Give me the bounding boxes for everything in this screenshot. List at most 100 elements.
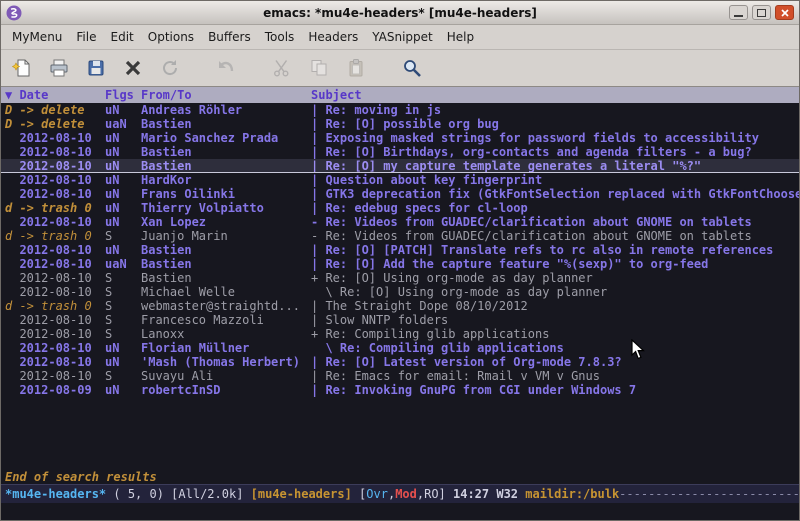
message-from: Michael Welle (141, 285, 311, 299)
mouse-cursor (631, 339, 645, 360)
message-flags: uN (105, 187, 141, 201)
toolbar-separator (248, 56, 260, 80)
print-button[interactable] (44, 54, 74, 82)
message-list: D -> delete uN Andreas Röhler | Re: movi… (1, 103, 799, 470)
message-flags: S (105, 313, 141, 327)
message-from: Bastien (141, 243, 311, 257)
message-row[interactable]: d -> trash 0 uN Thierry Volpiatto | Re: … (1, 201, 799, 215)
close-buffer-icon (123, 58, 143, 78)
message-flags: uN (105, 131, 141, 145)
message-row[interactable]: 2012-08-10 uN Mario Sanchez Prada | Expo… (1, 131, 799, 145)
maximize-button[interactable] (752, 5, 771, 20)
maximize-icon (757, 9, 766, 17)
message-row[interactable]: 2012-08-10 uN Bastien | Re: [O] Birthday… (1, 145, 799, 159)
message-row[interactable]: 2012-08-10 S Bastien + Re: [O] Using org… (1, 271, 799, 285)
menubar: MyMenuFileEditOptionsBuffersToolsHeaders… (1, 25, 799, 49)
message-from: HardKor (141, 173, 311, 187)
minimize-button[interactable] (729, 5, 748, 20)
message-date: 2012-08-10 (5, 271, 105, 285)
window-title: emacs: *mu4e-headers* [mu4e-headers] (1, 6, 799, 20)
menu-item[interactable]: MyMenu (5, 27, 69, 47)
header-from[interactable]: From/To (141, 87, 311, 103)
header-flags[interactable]: Flgs (105, 87, 141, 103)
message-date: 2012-08-10 (5, 159, 105, 172)
message-row[interactable]: 2012-08-10 S Michael Welle \ Re: [O] Usi… (1, 285, 799, 299)
refresh-icon (160, 58, 180, 78)
message-from: Bastien (141, 257, 311, 271)
message-row[interactable]: D -> delete uN Andreas Röhler | Re: movi… (1, 103, 799, 117)
message-date: d -> trash 0 (5, 201, 105, 215)
mode-line-segment: [mu4e-headers] (251, 485, 352, 503)
mode-line[interactable]: *mu4e-headers* ( 5, 0) [All/2.0k] [mu4e-… (1, 484, 799, 503)
message-from: 'Mash (Thomas Herbert) (141, 355, 311, 369)
menu-item[interactable]: Help (440, 27, 481, 47)
window-controls (729, 5, 794, 20)
message-from: Frans Oilinki (141, 187, 311, 201)
close-buffer-button[interactable] (118, 54, 148, 82)
message-flags: uN (105, 145, 141, 159)
message-date: 2012-08-10 (5, 327, 105, 341)
toolbar-separator (378, 56, 390, 80)
message-subject: | Re: [O] Birthdays, org-contacts and ag… (311, 145, 799, 159)
new-file-button[interactable] (7, 54, 37, 82)
message-subject: | GTK3 deprecation fix (GtkFontSelection… (311, 187, 799, 201)
message-row[interactable]: 2012-08-10 uaN Bastien | Re: [O] Add the… (1, 257, 799, 271)
toolbar-separator (192, 56, 204, 80)
message-row[interactable]: 2012-08-10 uN Frans Oilinki | GTK3 depre… (1, 187, 799, 201)
message-row[interactable]: 2012-08-10 S Francesco Mazzoli | Slow NN… (1, 313, 799, 327)
message-row[interactable]: 2012-08-09 uN robertcInSD | Re: Invoking… (1, 383, 799, 397)
message-subject: - Re: Videos from GUADEC/clarification a… (311, 215, 799, 229)
close-button[interactable] (775, 5, 794, 20)
message-subject: \ Re: Compiling glib applications (311, 341, 799, 355)
message-row[interactable]: 2012-08-10 uN Bastien | Re: [O] [PATCH] … (1, 243, 799, 257)
message-subject: + Re: [O] Using org-mode as day planner (311, 271, 799, 285)
refresh-button (155, 54, 185, 82)
menu-item[interactable]: Buffers (201, 27, 258, 47)
search-button[interactable] (397, 54, 427, 82)
message-subject: | Re: edebug specs for cl-loop (311, 201, 799, 215)
cut-icon (272, 58, 292, 78)
header-date[interactable]: ▼ Date (5, 87, 105, 103)
save-button[interactable] (81, 54, 111, 82)
mode-line-segment: ,RO] (417, 485, 453, 503)
message-row[interactable]: 2012-08-10 S Suvayu Ali | Re: Emacs for … (1, 369, 799, 383)
menu-item[interactable]: Options (141, 27, 201, 47)
message-row[interactable]: d -> trash 0 S webmaster@straightd... | … (1, 299, 799, 313)
message-flags: S (105, 327, 141, 341)
mode-line-segment: ( 5, 0) [All/2.0k] (113, 485, 250, 503)
search-icon (402, 58, 422, 78)
message-from: Juanjo Marin (141, 229, 311, 243)
menu-item[interactable]: Edit (104, 27, 141, 47)
message-row[interactable]: 2012-08-10 S Lanoxx + Re: Compiling glib… (1, 327, 799, 341)
message-date: 2012-08-10 (5, 187, 105, 201)
message-flags: S (105, 299, 141, 313)
message-from: Francesco Mazzoli (141, 313, 311, 327)
message-from: Mario Sanchez Prada (141, 131, 311, 145)
menu-item[interactable]: Tools (258, 27, 302, 47)
message-row[interactable]: 2012-08-10 uN Bastien | Re: [O] my captu… (1, 159, 799, 173)
message-row[interactable]: 2012-08-10 uN Florian Müllner \ Re: Comp… (1, 341, 799, 355)
message-date: 2012-08-10 (5, 173, 105, 187)
undo-icon (216, 58, 236, 78)
message-flags: uN (105, 355, 141, 369)
message-row[interactable]: 2012-08-10 uN 'Mash (Thomas Herbert) | R… (1, 355, 799, 369)
message-row[interactable]: d -> trash 0 S Juanjo Marin - Re: Videos… (1, 229, 799, 243)
message-subject: | Re: Emacs for email: Rmail v VM v Gnus (311, 369, 799, 383)
message-row[interactable]: 2012-08-10 uN HardKor | Question about k… (1, 173, 799, 187)
menu-item[interactable]: File (69, 27, 103, 47)
mode-line-segment: maildir:/bulk (525, 485, 619, 503)
emacs-window: emacs: *mu4e-headers* [mu4e-headers] MyM… (0, 0, 800, 521)
message-row[interactable]: 2012-08-10 uN Xan Lopez - Re: Videos fro… (1, 215, 799, 229)
menu-item[interactable]: YASnippet (365, 27, 440, 47)
message-from: Florian Müllner (141, 341, 311, 355)
message-subject: | Re: [O] Add the capture feature "%(sex… (311, 257, 799, 271)
header-subject[interactable]: Subject (311, 87, 799, 103)
echo-area[interactable] (1, 503, 799, 520)
message-date: d -> trash 0 (5, 299, 105, 313)
menu-item[interactable]: Headers (301, 27, 365, 47)
message-subject: + Re: Compiling glib applications (311, 327, 799, 341)
message-from: Suvayu Ali (141, 369, 311, 383)
cut-button (267, 54, 297, 82)
message-row[interactable]: D -> delete uaN Bastien | Re: [O] possib… (1, 117, 799, 131)
message-subject: - Re: Videos from GUADEC/clarification a… (311, 229, 799, 243)
